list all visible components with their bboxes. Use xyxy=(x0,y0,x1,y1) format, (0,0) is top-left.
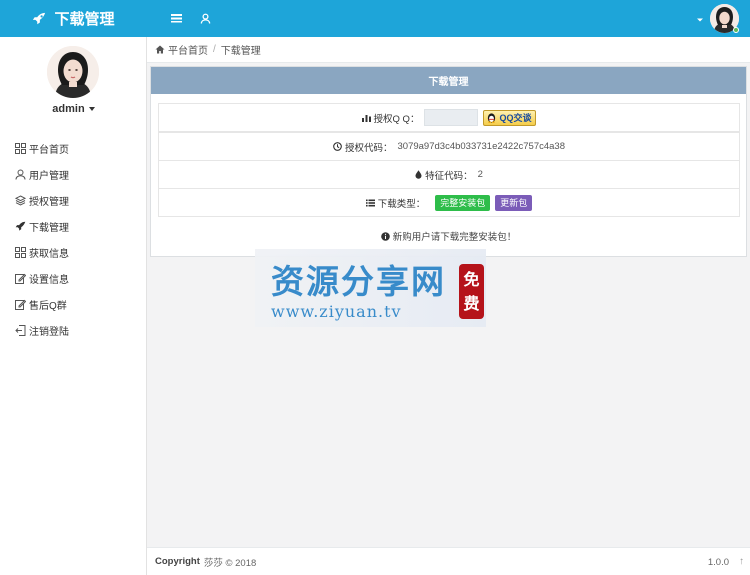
feature-code-row: 特征代码： 2 xyxy=(158,160,740,189)
breadcrumb: 平台首页 / 下载管理 xyxy=(147,37,750,63)
info-icon xyxy=(380,231,390,241)
rocket-icon xyxy=(33,12,46,24)
sidebar-menu: 平台首页 用户管理 授权管理 下载管理 获取信息 设置信息 售后Q群 注销登陆 xyxy=(0,135,147,343)
qq-label-text: 授权Q Q： xyxy=(373,113,420,125)
sidebar-item-label: 平台首页 xyxy=(29,144,69,156)
grid-icon xyxy=(15,246,26,258)
watermark-url: www.ziyuan.tv xyxy=(271,302,402,321)
version: 1.0.0 xyxy=(707,557,729,568)
breadcrumb-separator: / xyxy=(213,44,216,55)
breadcrumb-home-link[interactable]: 平台首页 xyxy=(168,42,208,57)
grid-icon xyxy=(15,142,26,154)
brand[interactable]: 下载管理 xyxy=(0,0,147,37)
panel-title: 下载管理 xyxy=(151,67,746,94)
qq-penguin-icon xyxy=(488,113,496,123)
list-icon xyxy=(365,199,375,206)
top-navbar: 下载管理 xyxy=(0,0,750,37)
bar-chart-icon xyxy=(361,114,371,122)
avatar[interactable] xyxy=(47,46,99,98)
qq-label: 授权Q Q： xyxy=(361,111,420,125)
sidebar-item-download[interactable]: 下载管理 xyxy=(0,213,147,239)
user-menu[interactable]: admin xyxy=(0,103,147,115)
drop-icon xyxy=(415,170,422,179)
auth-code-label: 授权代码： xyxy=(333,140,393,154)
edit-icon xyxy=(15,273,26,284)
sidebar-item-label: 授权管理 xyxy=(29,196,69,208)
user-icon[interactable] xyxy=(198,11,212,25)
caret-down-icon xyxy=(88,107,95,112)
seal-char-2: 费 xyxy=(463,293,480,313)
online-status-dot xyxy=(733,27,739,33)
app-title: 下载管理 xyxy=(54,11,115,28)
sidebar-item-label: 注销登陆 xyxy=(29,326,69,338)
breadcrumb-current: 下载管理 xyxy=(220,46,261,57)
full-package-button[interactable]: 完整安装包 xyxy=(435,194,491,211)
notice: 新购用户请下载完整安装包！ xyxy=(151,229,746,243)
notice-text: 新购用户请下载完整安装包！ xyxy=(392,232,517,243)
sidebar-item-label: 获取信息 xyxy=(29,248,69,260)
auth-code-label-text: 授权代码： xyxy=(345,142,393,154)
clock-icon xyxy=(333,142,342,151)
feature-code-label: 特征代码： xyxy=(415,168,473,182)
feature-code-value: 2 xyxy=(477,169,483,180)
update-package-button[interactable]: 更新包 xyxy=(495,194,533,211)
auth-code-row: 授权代码： 3079a97d3c4b033731e2422c757c4a38 xyxy=(158,132,740,161)
home-icon xyxy=(155,45,165,54)
sidebar-item-settings[interactable]: 设置信息 xyxy=(0,265,147,291)
sidebar-item-label: 售后Q群 xyxy=(29,300,67,312)
username: admin xyxy=(52,103,85,115)
sidebar-item-auth[interactable]: 授权管理 xyxy=(0,187,147,213)
download-type-label: 下载类型： xyxy=(365,196,426,210)
layers-icon xyxy=(15,194,26,206)
scroll-top-icon[interactable]: ↑ xyxy=(739,556,744,567)
sidebar: admin 平台首页 用户管理 授权管理 下载管理 获取信息 设置信息 售后Q群… xyxy=(0,37,147,575)
sidebar-item-logout[interactable]: 注销登陆 xyxy=(0,317,147,343)
logout-icon xyxy=(15,324,26,336)
auth-code-value: 3079a97d3c4b033731e2422c757c4a38 xyxy=(397,141,565,152)
footer: Copyright 莎莎 © 2018 1.0.0 ↑ xyxy=(147,547,750,575)
watermark-seal: 免 费 xyxy=(459,264,484,319)
feature-code-label-text: 特征代码： xyxy=(425,170,473,182)
seal-char-1: 免 xyxy=(463,269,480,289)
rocket-icon xyxy=(15,221,26,232)
sidebar-item-support-group[interactable]: 售后Q群 xyxy=(0,291,147,317)
sidebar-item-label: 用户管理 xyxy=(29,170,69,182)
download-type-row: 下载类型： 完整安装包 更新包 xyxy=(158,188,740,217)
qq-row: 授权Q Q： QQ交谈 xyxy=(158,103,740,132)
download-type-label-text: 下载类型： xyxy=(377,198,426,210)
watermark-text: 资源分享网 xyxy=(271,262,446,301)
sidebar-item-label: 下载管理 xyxy=(29,222,69,234)
sidebar-item-info[interactable]: 获取信息 xyxy=(0,239,147,265)
watermark-banner: 资源分享网 www.ziyuan.tv xyxy=(255,249,486,327)
copyright-text: 莎莎 © 2018 xyxy=(203,557,257,569)
menu-toggle-icon[interactable] xyxy=(169,11,183,25)
sidebar-item-home[interactable]: 平台首页 xyxy=(0,135,147,161)
sidebar-item-label: 设置信息 xyxy=(29,274,69,286)
sidebar-item-users[interactable]: 用户管理 xyxy=(0,161,147,187)
qq-value-field xyxy=(424,109,479,126)
copyright-label: Copyright xyxy=(155,556,200,567)
download-panel: 下载管理 授权Q Q： QQ交谈 授权代码： 3079a97d3c4b03373… xyxy=(150,66,747,257)
chevron-down-icon[interactable] xyxy=(696,15,704,23)
qq-chat-button-label: QQ交谈 xyxy=(499,113,532,123)
edit-icon xyxy=(15,299,26,310)
user-icon xyxy=(15,169,26,180)
qq-chat-button[interactable]: QQ交谈 xyxy=(483,109,537,126)
